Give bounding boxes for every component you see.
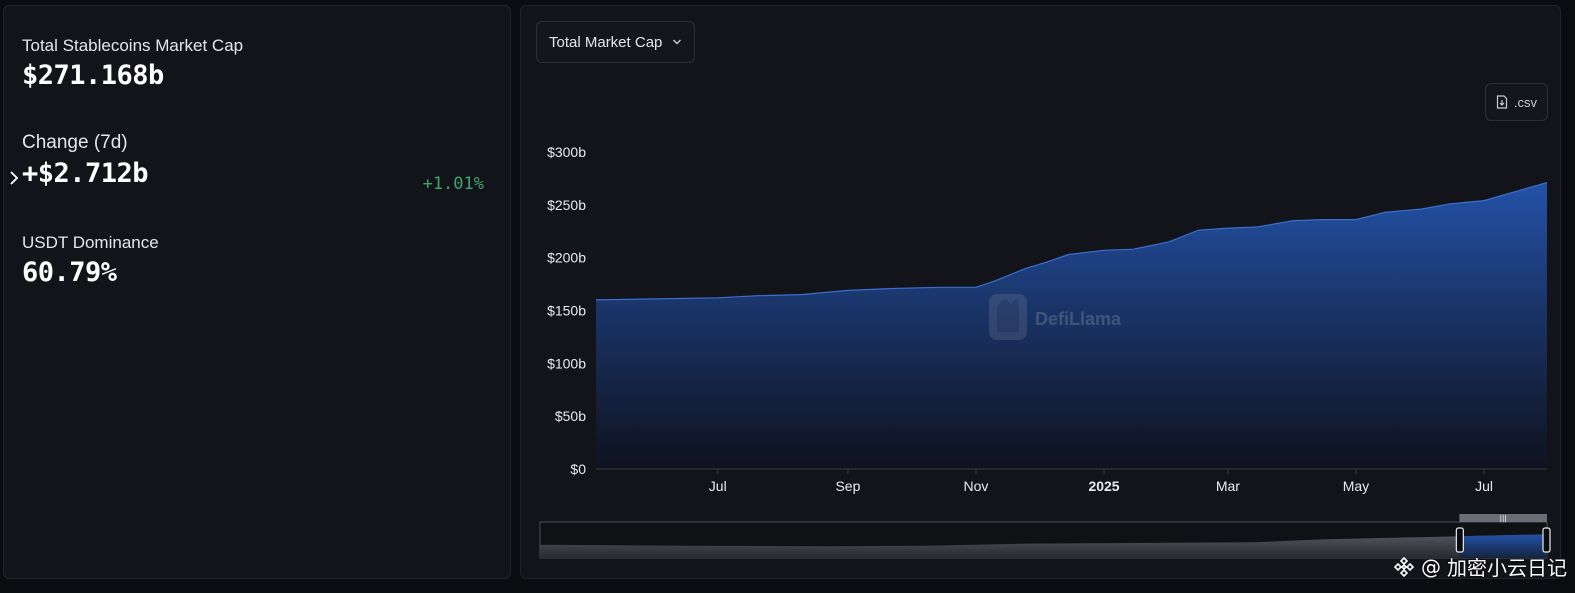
chevron-right-icon[interactable] xyxy=(8,168,20,188)
x-tick-label: Sep xyxy=(835,478,860,494)
chevron-down-icon xyxy=(673,39,682,45)
total-market-cap-value: $271.168b xyxy=(22,60,164,91)
y-tick-label: $200b xyxy=(547,250,586,266)
binance-logo-icon xyxy=(1393,556,1415,577)
usdt-dominance-stat: USDT Dominance 60.79% xyxy=(22,233,159,288)
author-name: 加密小云日记 xyxy=(1447,556,1567,580)
market-cap-chart: DefiLlama $0 $50b $100b $150b $200b $250b $300… xyxy=(539,144,1551,559)
brush-grip-icon: ||| xyxy=(1500,515,1507,523)
usdt-dominance-value: 60.79% xyxy=(22,257,117,288)
x-tick-label: Jul xyxy=(1475,478,1493,494)
author-at: @ xyxy=(1421,554,1441,579)
y-tick-label: $0 xyxy=(570,461,586,477)
change-7d-stat: Change (7d) +$2.712b xyxy=(22,132,149,189)
total-market-cap-stat: Total Stablecoins Market Cap $271.168b xyxy=(22,36,243,91)
change-7d-value: +$2.712b xyxy=(22,158,149,189)
stats-panel: Total Stablecoins Market Cap $271.168b C… xyxy=(3,5,511,579)
download-file-icon xyxy=(1496,95,1507,109)
csv-label: .csv xyxy=(1513,94,1537,110)
usdt-dominance-label: USDT Dominance xyxy=(22,233,159,252)
y-tick-label: $250b xyxy=(547,197,586,213)
x-tick-label: 2025 xyxy=(1088,478,1119,494)
brush-handle-left[interactable] xyxy=(1455,527,1464,553)
x-tick-label: Nov xyxy=(964,478,989,494)
total-market-cap-label: Total Stablecoins Market Cap xyxy=(22,36,244,55)
x-tick-label: Mar xyxy=(1216,478,1240,494)
y-tick-label: $100b xyxy=(547,355,586,371)
x-tick-label: Jul xyxy=(709,478,727,494)
y-tick-label: $300b xyxy=(547,144,586,160)
author-watermark: @ 加密小云日记 xyxy=(1393,552,1567,581)
change-7d-percent: +1.01% xyxy=(422,174,484,194)
chart-panel: DefiLlama $0 $50b $100b $150b $200b $250b $300… xyxy=(520,5,1561,579)
change-7d-label: Change (7d) xyxy=(22,132,128,153)
x-tick-label: May xyxy=(1343,478,1369,494)
download-csv-button[interactable]: .csv xyxy=(1484,83,1548,121)
metric-select[interactable]: Total Market Cap xyxy=(536,21,696,63)
metric-select-value: Total Market Cap xyxy=(549,33,663,51)
defillama-brand-text: DefiLlama xyxy=(1035,309,1122,329)
brush-handle-right[interactable] xyxy=(1542,527,1551,553)
y-tick-label: $50b xyxy=(555,408,586,424)
y-tick-label: $150b xyxy=(547,303,586,319)
